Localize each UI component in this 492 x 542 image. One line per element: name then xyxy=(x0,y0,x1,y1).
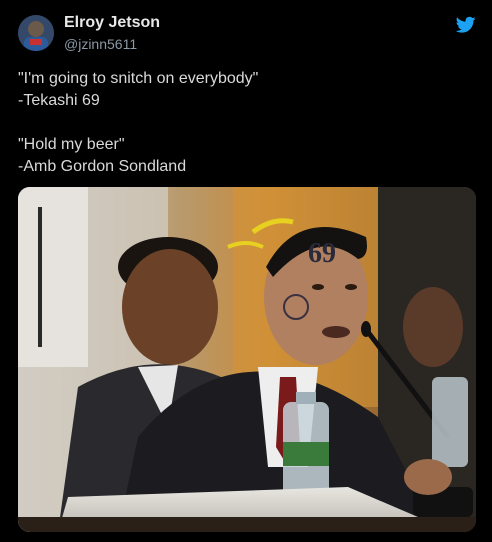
author-handle[interactable]: @jzinn5611 xyxy=(64,36,137,52)
tweet-photo[interactable]: 69 xyxy=(18,187,476,532)
tweet-card: Elroy Jetson @jzinn5611 "I'm going to sn… xyxy=(0,0,492,542)
tweet-line: -Tekashi 69 xyxy=(18,92,100,109)
tweet-line: "Hold my beer" xyxy=(18,136,125,153)
author-name[interactable]: Elroy Jetson xyxy=(64,14,160,32)
face-tattoo: 69 xyxy=(308,238,336,269)
tweet-line: "I'm going to snitch on everybody" xyxy=(18,70,259,87)
twitter-bird-icon[interactable] xyxy=(455,16,476,36)
tweet-line: -Amb Gordon Sondland xyxy=(18,158,187,175)
avatar[interactable] xyxy=(18,15,54,51)
tweet-text: "I'm going to snitch on everybody" -Teka… xyxy=(18,68,478,178)
